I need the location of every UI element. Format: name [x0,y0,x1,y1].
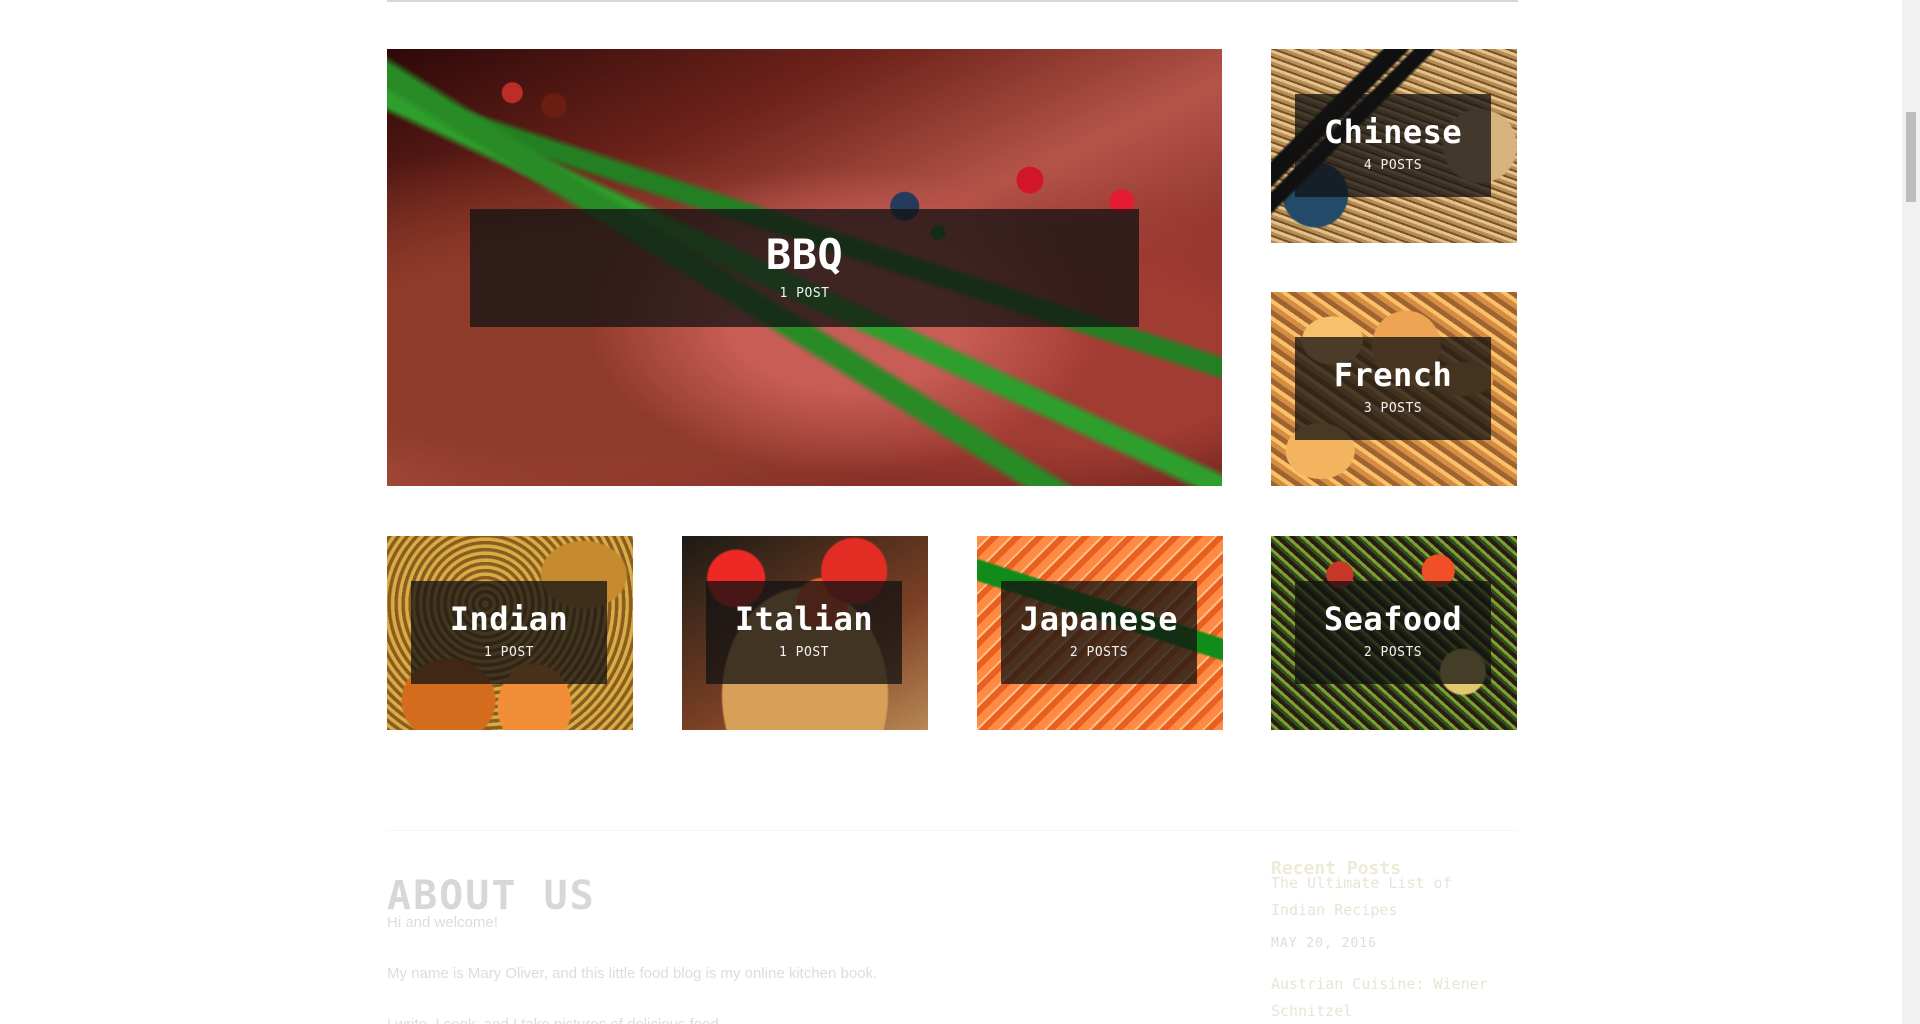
category-title: Chinese [1323,113,1463,151]
category-tile-chinese[interactable]: Chinese 4 POSTS [1271,49,1517,243]
category-overlay: Indian 1 POST [411,581,607,684]
recent-post-link[interactable]: The Ultimate List of Indian Recipes [1271,870,1511,924]
category-overlay: French 3 POSTS [1295,337,1491,440]
scrollbar-thumb[interactable] [1906,112,1916,202]
about-paragraph: I write, I cook, and I take pictures of … [387,1016,723,1024]
category-post-count: 1 POST [779,645,829,660]
category-overlay: BBQ 1 POST [470,209,1139,327]
category-tile-french[interactable]: French 3 POSTS [1271,292,1517,486]
section-divider [387,830,1518,831]
about-paragraph: Hi and welcome! [387,914,498,931]
category-title: Italian [734,600,874,638]
category-overlay: Italian 1 POST [706,581,902,684]
recent-post-date: MAY 20, 2016 [1271,936,1377,951]
category-overlay: Chinese 4 POSTS [1295,94,1491,197]
category-title: Japanese [1019,600,1179,638]
about-paragraph: My name is Mary Oliver, and this little … [387,965,878,982]
category-title: BBQ [765,230,844,279]
category-post-count: 3 POSTS [1363,401,1423,416]
top-divider [387,0,1518,2]
category-overlay: Seafood 2 POSTS [1295,581,1491,684]
recent-post-link[interactable]: Austrian Cuisine: Wiener Schnitzel [1271,971,1511,1024]
category-tile-japanese[interactable]: Japanese 2 POSTS [977,536,1223,730]
category-tile-bbq[interactable]: BBQ 1 POST [387,49,1222,486]
page-scrollbar[interactable] [1902,0,1920,1024]
category-post-count: 1 POST [484,645,534,660]
category-post-count: 2 POSTS [1363,645,1423,660]
category-tile-italian[interactable]: Italian 1 POST [682,536,928,730]
category-tile-indian[interactable]: Indian 1 POST [387,536,633,730]
category-title: French [1333,356,1453,394]
category-post-count: 2 POSTS [1069,645,1129,660]
category-overlay: Japanese 2 POSTS [1001,581,1197,684]
page: BBQ 1 POST Chinese 4 POSTS French 3 POST… [0,0,1920,1024]
category-title: Seafood [1323,600,1463,638]
category-post-count: 1 POST [779,286,830,301]
about-title: ABOUT US [387,873,596,920]
category-title: Indian [449,600,569,638]
category-post-count: 4 POSTS [1363,158,1423,173]
about-and-recent-section: ABOUT US Hi and welcome! My name is Mary… [0,830,1920,1024]
category-tile-seafood[interactable]: Seafood 2 POSTS [1271,536,1517,730]
